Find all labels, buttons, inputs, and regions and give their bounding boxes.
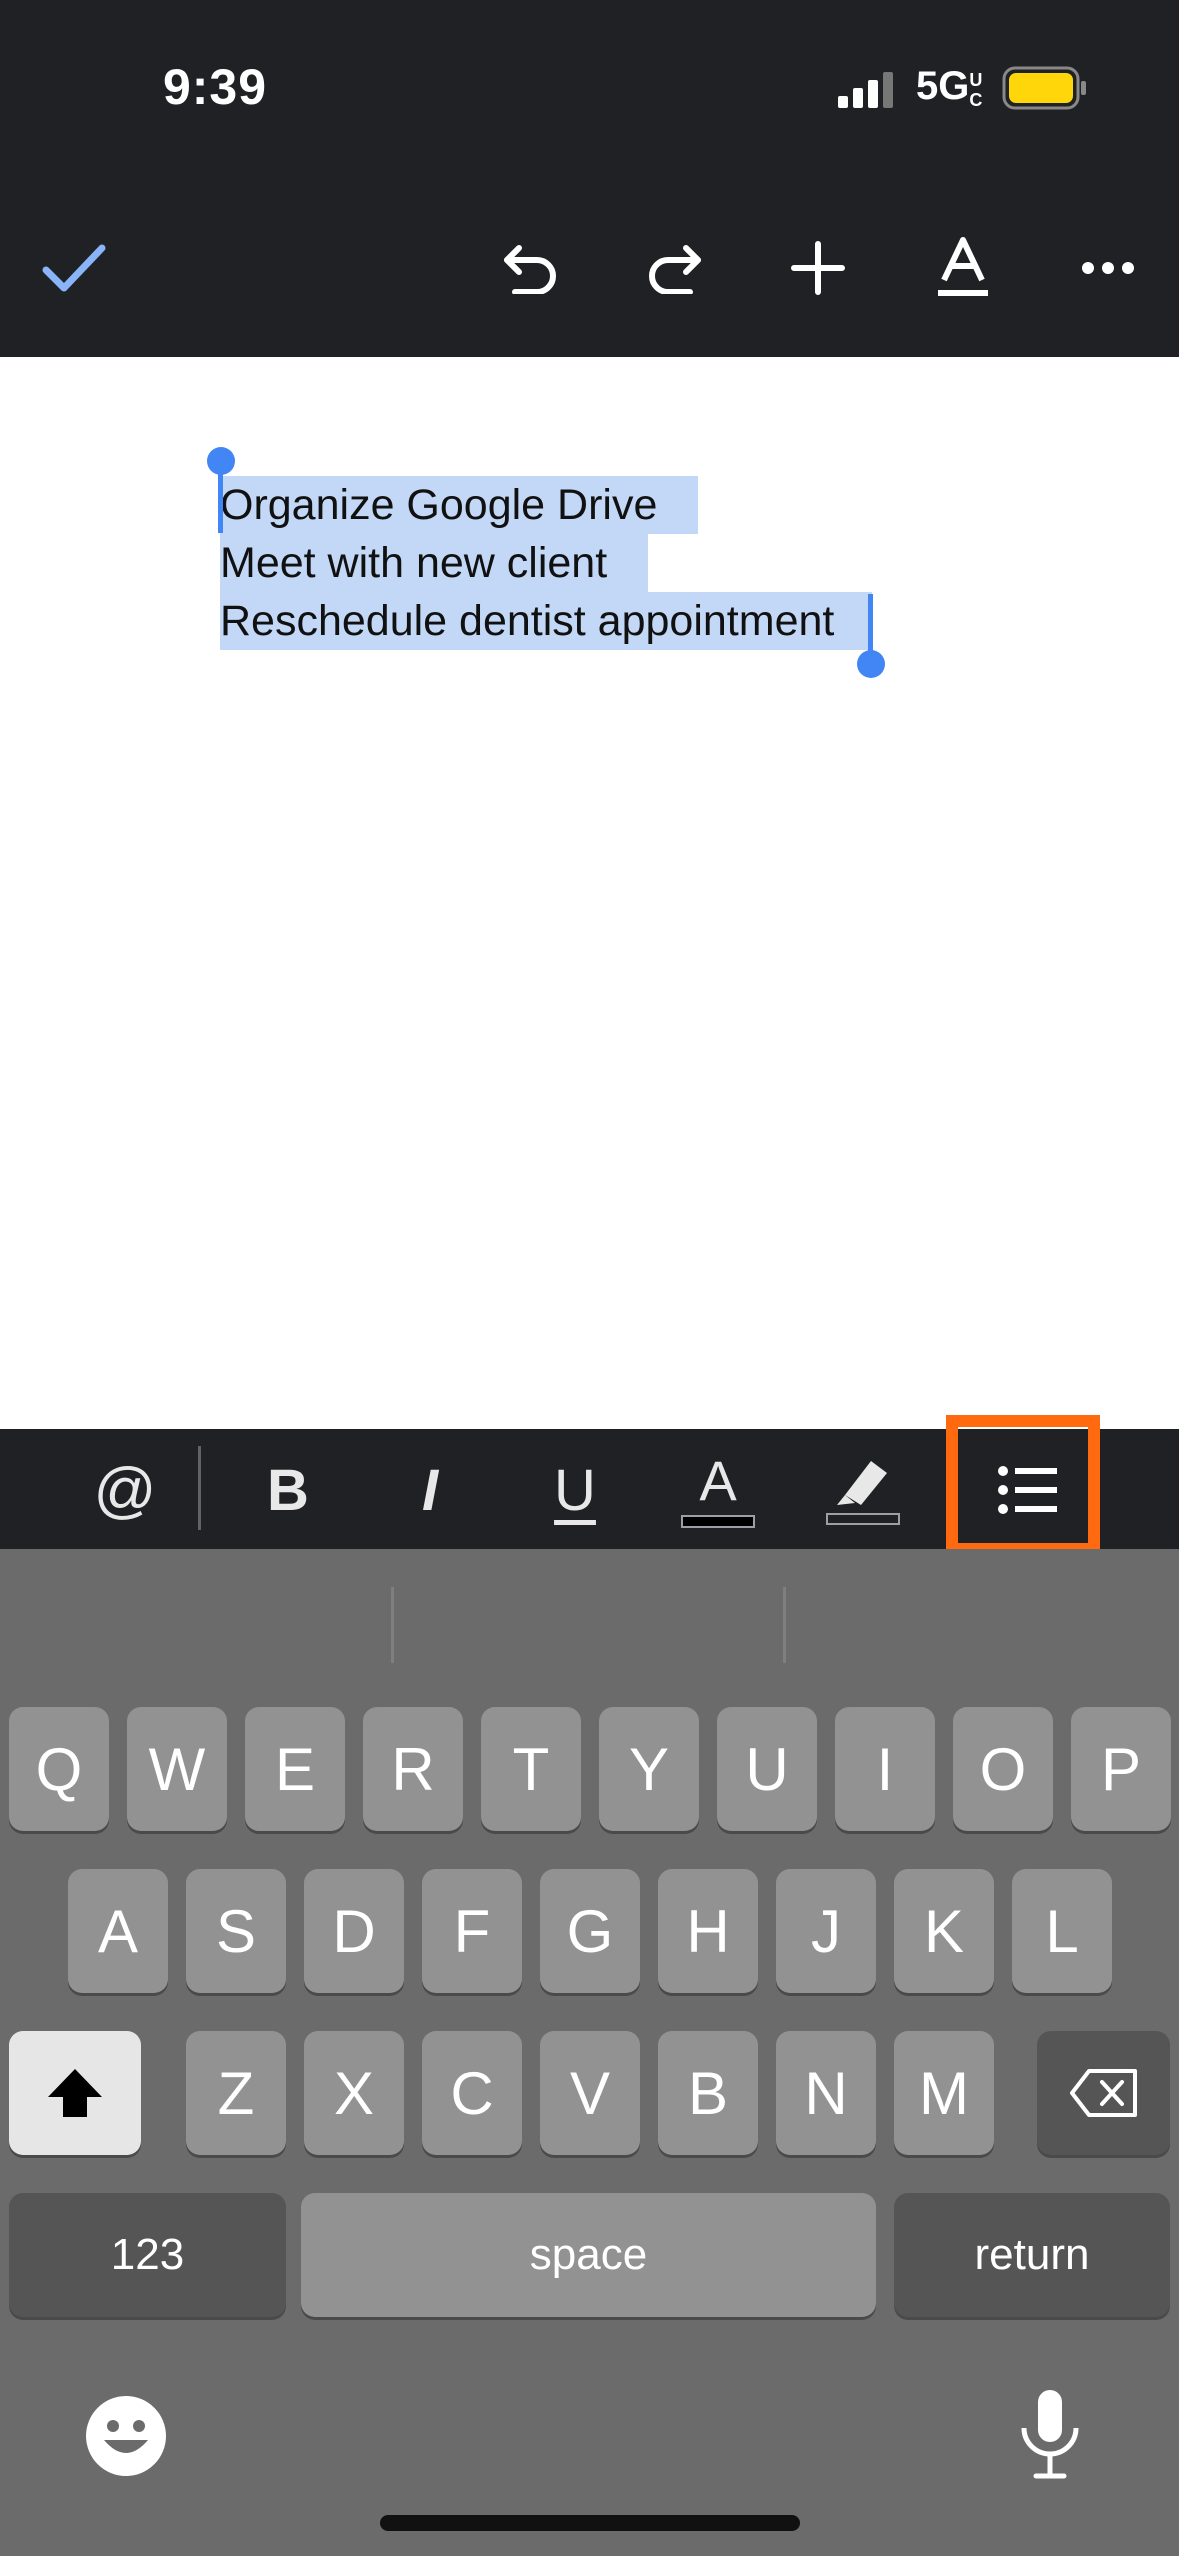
microphone-icon[interactable]	[1018, 2388, 1082, 2480]
more-icon[interactable]	[1060, 220, 1156, 316]
toolbar-divider	[198, 1446, 201, 1530]
network-label: 5G	[916, 64, 970, 108]
italic-button[interactable]: I	[380, 1440, 480, 1540]
home-indicator	[380, 2515, 800, 2531]
emoji-icon[interactable]	[84, 2394, 168, 2478]
return-key[interactable]: return	[894, 2193, 1170, 2317]
delete-key[interactable]	[1037, 2031, 1170, 2155]
key-k[interactable]: K	[894, 1869, 994, 1993]
numbers-key[interactable]: 123	[9, 2193, 286, 2317]
key-c[interactable]: C	[422, 2031, 522, 2155]
key-y[interactable]: Y	[599, 1707, 699, 1831]
key-z[interactable]: Z	[186, 2031, 286, 2155]
key-o[interactable]: O	[953, 1707, 1053, 1831]
text-format-icon[interactable]	[915, 220, 1011, 316]
text-color-label: A	[699, 1448, 737, 1512]
suggestion-divider	[391, 1587, 394, 1663]
key-r[interactable]: R	[363, 1707, 463, 1831]
key-u[interactable]: U	[717, 1707, 817, 1831]
status-time: 9:39	[162, 59, 268, 115]
network-sub-label: UC	[969, 70, 983, 110]
doc-line-3[interactable]: Reschedule dentist appointment	[220, 592, 872, 650]
key-j[interactable]: J	[776, 1869, 876, 1993]
shift-icon	[48, 2069, 102, 2117]
key-n[interactable]: N	[776, 2031, 876, 2155]
battery-icon	[1002, 66, 1088, 110]
key-e[interactable]: E	[245, 1707, 345, 1831]
suggestion-divider	[783, 1587, 786, 1663]
key-v[interactable]: V	[540, 2031, 640, 2155]
key-d[interactable]: D	[304, 1869, 404, 1993]
checkmark-icon[interactable]	[26, 220, 122, 316]
bold-button[interactable]: B	[238, 1440, 338, 1540]
text-color-swatch	[681, 1514, 755, 1528]
shift-key[interactable]	[9, 2031, 141, 2155]
key-x[interactable]: X	[304, 2031, 404, 2155]
key-s[interactable]: S	[186, 1869, 286, 1993]
key-p[interactable]: P	[1071, 1707, 1171, 1831]
highlight-swatch	[826, 1513, 900, 1525]
space-key[interactable]: space	[301, 2193, 876, 2317]
key-h[interactable]: H	[658, 1869, 758, 1993]
undo-icon[interactable]	[483, 220, 579, 316]
underline-button[interactable]: U	[525, 1440, 625, 1540]
selection-start-handle[interactable]	[206, 446, 236, 534]
key-m[interactable]: M	[894, 2031, 994, 2155]
key-w[interactable]: W	[127, 1707, 227, 1831]
key-t[interactable]: T	[481, 1707, 581, 1831]
text-color-button[interactable]: A	[668, 1440, 768, 1540]
plus-icon[interactable]	[770, 220, 866, 316]
key-q[interactable]: Q	[9, 1707, 109, 1831]
redo-icon[interactable]	[626, 220, 722, 316]
key-f[interactable]: F	[422, 1869, 522, 1993]
mention-button[interactable]: @	[75, 1440, 175, 1540]
network-indicator: 5G UC	[916, 58, 985, 114]
doc-line-1[interactable]: Organize Google Drive	[220, 476, 698, 534]
highlighter-icon[interactable]	[813, 1440, 913, 1540]
key-l[interactable]: L	[1012, 1869, 1112, 1993]
key-b[interactable]: B	[658, 2031, 758, 2155]
backspace-icon	[1069, 2069, 1137, 2117]
key-a[interactable]: A	[68, 1869, 168, 1993]
key-i[interactable]: I	[835, 1707, 935, 1831]
signal-icon	[838, 72, 896, 108]
key-g[interactable]: G	[540, 1869, 640, 1993]
doc-line-2[interactable]: Meet with new client	[220, 534, 648, 592]
selection-end-handle[interactable]	[856, 592, 886, 680]
list-button-highlight	[946, 1415, 1100, 1555]
